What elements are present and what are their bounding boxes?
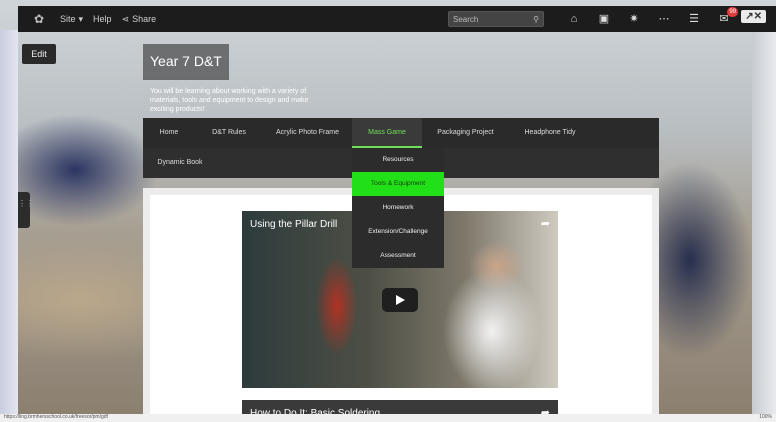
apps-grid-icon[interactable]: ⋯ (656, 10, 672, 28)
home-icon[interactable]: ⌂ (566, 10, 582, 28)
help-link[interactable]: Help (93, 14, 112, 24)
pages-list-icon[interactable]: ☰ (686, 10, 702, 28)
search-placeholder: Search (453, 14, 479, 24)
page-title: Year 7 D&T (150, 53, 222, 69)
search-icon[interactable]: ⚲ (533, 15, 539, 24)
google-sites-logo-icon[interactable]: ✿ (28, 12, 50, 26)
settings-icon[interactable]: ✷ (626, 10, 642, 28)
left-window-edge (0, 30, 18, 422)
chevron-down-icon: ▾ (78, 13, 84, 24)
menu-item-homework[interactable]: Homework (352, 196, 444, 220)
nav-item-packaging-project[interactable]: Packaging Project (422, 118, 509, 148)
share-icon: ⋖ (121, 13, 130, 24)
right-window-edge (752, 30, 776, 422)
close-icon[interactable]: ↗✕ (741, 10, 766, 23)
new-page-icon[interactable]: ▣ (596, 10, 612, 28)
main-navigation: Home D&T Rules Acrylic Photo Frame Mass … (143, 118, 659, 148)
admin-toolbar: ✿ Site ▾ Help ⋖ Share Search ⚲ ⌂ ▣ ✷ ⋯ ☰… (18, 6, 776, 32)
nav-item-home[interactable]: Home (143, 118, 195, 148)
share-button[interactable]: ⋖ Share (122, 14, 157, 25)
site-menu-label: Site (60, 14, 76, 24)
menu-item-resources[interactable]: Resources (352, 148, 444, 172)
notification-badge: 99 (727, 7, 738, 17)
nav-item-dt-rules[interactable]: D&T Rules (195, 118, 263, 148)
toolbar-icons: ⌂ ▣ ✷ ⋯ ☰ ✉ 99 (566, 7, 738, 28)
nav-item-mass-game[interactable]: Mass Game (352, 118, 422, 148)
play-button-icon[interactable] (382, 288, 418, 312)
nav-item-acrylic-photo-frame[interactable]: Acrylic Photo Frame (263, 118, 352, 148)
browser-status-bar: https://ling.brmhersschool.co.uk/freesor… (0, 414, 776, 422)
video-title[interactable]: Using the Pillar Drill (250, 219, 337, 230)
share-arrow-icon[interactable]: ➦ (541, 217, 550, 230)
zoom-level[interactable]: 100% (759, 414, 772, 420)
menu-item-tools-equipment[interactable]: Tools & Equipment (352, 172, 444, 196)
share-label: Share (132, 14, 157, 24)
site-menu[interactable]: Site ▾ (60, 14, 83, 25)
status-url: https://ling.brmhersschool.co.uk/freesor… (4, 414, 108, 420)
menu-item-assessment[interactable]: Assessment (352, 244, 444, 268)
nav-item-dynamic-book[interactable]: Dynamic Book (143, 148, 217, 178)
side-panel-handle-icon[interactable]: ⋮⋮ (18, 192, 34, 228)
help-label: Help (93, 14, 112, 24)
edit-button[interactable]: Edit (22, 44, 56, 64)
menu-item-extension-challenge[interactable]: Extension/Challenge (352, 220, 444, 244)
page-description: You will be learning about working with … (150, 88, 309, 113)
comments-icon[interactable]: ✉ 99 (716, 7, 738, 28)
nav-item-headphone-tidy[interactable]: Headphone Tidy (509, 118, 591, 148)
search-input[interactable]: Search ⚲ (448, 11, 544, 27)
mass-game-dropdown: Resources Tools & Equipment Homework Ext… (352, 148, 444, 268)
